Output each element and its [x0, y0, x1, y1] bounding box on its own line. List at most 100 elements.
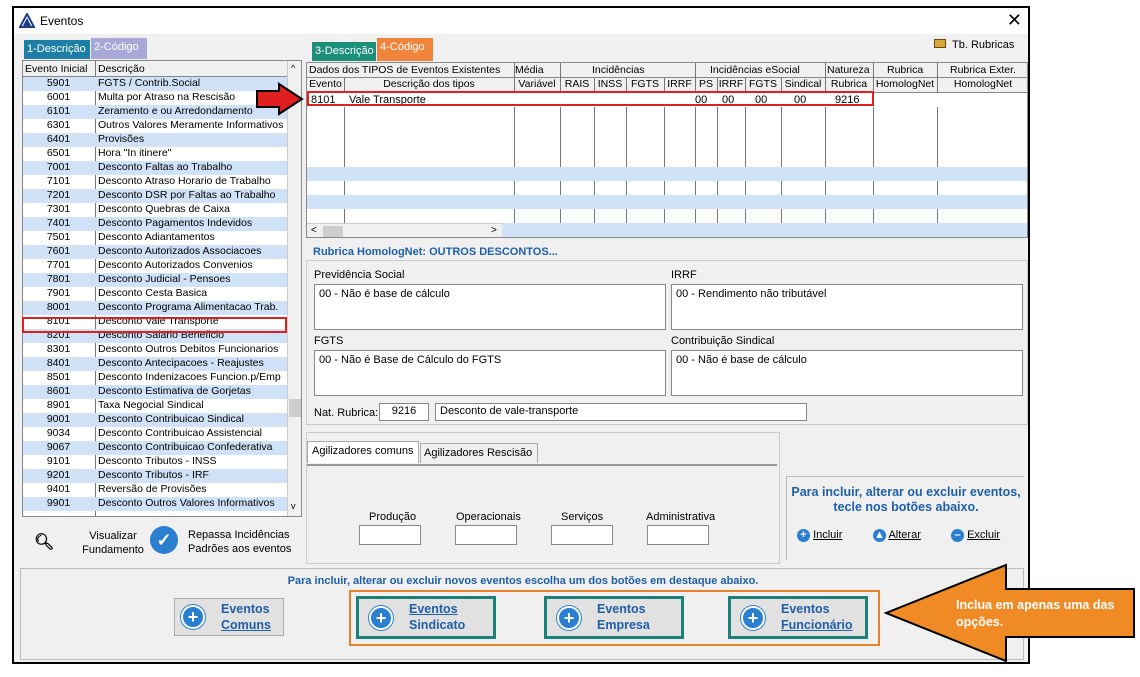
eventos-funcionario-button[interactable]: + Eventos Funcionário: [728, 596, 868, 639]
magnifier-icon: 🔍︎: [34, 534, 55, 551]
list-item[interactable]: 9034 Desconto Contribuicao Assistencial: [23, 427, 301, 441]
plus-icon: +: [741, 606, 765, 630]
eventos-sindicato-button[interactable]: + Eventos Sindicato: [356, 596, 496, 639]
item-description: Desconto Antecipacoes - Reajustes: [98, 357, 264, 369]
item-description: Desconto Contribuicao Assistencial: [98, 427, 263, 439]
list-scrollbar[interactable]: ^ v: [287, 61, 301, 516]
list-item[interactable]: 6301 Outros Valores Meramente Informativo…: [23, 119, 301, 133]
item-description: Desconto Outros Debitos Funcionarios: [98, 343, 279, 355]
item-description: Taxa Negocial Sindical: [98, 399, 204, 411]
item-description: Desconto Pagamentos Indevidos: [98, 217, 253, 229]
chevron-left-icon[interactable]: <: [311, 225, 317, 236]
item-code: 9401: [46, 483, 71, 495]
events-list: Evento Inicial Descrição 5901 FGTS / Cont…: [22, 60, 302, 517]
list-item[interactable]: 7301 Desconto Quebras de Caixa: [23, 203, 301, 217]
list-item[interactable]: 9901 Desconto Outros Valores Informativos: [23, 497, 301, 511]
label-servicos: Serviços: [561, 511, 604, 523]
list-item[interactable]: 6401 Provisões: [23, 133, 301, 147]
item-code: 6101: [46, 105, 71, 117]
list-item[interactable]: 8401 Desconto Antecipacoes - Reajustes: [23, 357, 301, 371]
group-header-rubrica: Rubrica: [887, 64, 924, 76]
eventos-empresa-button[interactable]: + Eventos Empresa: [544, 596, 684, 639]
administrativa-field[interactable]: [647, 525, 709, 545]
chevron-up-icon[interactable]: ^: [291, 63, 295, 73]
tab-label: Agilizadores Rescisão: [424, 447, 533, 459]
tb-rubricas-button[interactable]: Tb. Rubricas: [934, 39, 1014, 51]
tab-agilizadores-comuns[interactable]: Agilizadores comuns: [307, 441, 419, 463]
list-item[interactable]: 6501 Hora "In itinere": [23, 147, 301, 161]
tab-codigo-right[interactable]: 4-Código: [377, 38, 433, 61]
item-code: 7301: [46, 203, 71, 215]
irrf-field[interactable]: 00 - Rendimento não tributável: [671, 284, 1023, 330]
item-description: Reversão de Provisões: [98, 483, 207, 495]
list-item[interactable]: 8901 Taxa Negocial Sindical: [23, 399, 301, 413]
list-item[interactable]: 9001 Desconto Contribuicao Sindical: [23, 413, 301, 427]
list-item[interactable]: 7801 Desconto Judicial - Pensoes: [23, 273, 301, 287]
tab-agilizadores-rescisao[interactable]: Agilizadores Rescisão: [420, 443, 538, 463]
excluir-button[interactable]: – Excluir: [951, 529, 1000, 542]
scroll-thumb[interactable]: [289, 399, 301, 417]
item-code: 6401: [46, 133, 71, 145]
operacionais-field[interactable]: [455, 525, 517, 545]
tab-codigo-left[interactable]: 2-Código: [91, 38, 147, 59]
item-code: 8501: [46, 371, 71, 383]
fgts-field[interactable]: 00 - Não é Base de Cálculo do FGTS: [314, 350, 666, 396]
tab-descricao-right[interactable]: 3-Descrição: [312, 42, 376, 61]
list-item[interactable]: 7201 Desconto DSR por Faltas ao Trabalho: [23, 189, 301, 203]
list-item[interactable]: 9401 Reversão de Provisões: [23, 483, 301, 497]
list-item[interactable]: 7701 Desconto Autorizados Convenios: [23, 259, 301, 273]
list-item[interactable]: 7001 Desconto Faltas ao Trabalho: [23, 161, 301, 175]
alterar-label: Alterar: [888, 529, 921, 541]
list-item[interactable]: 9101 Desconto Tributos - INSS: [23, 455, 301, 469]
repassa-incidencias-button[interactable]: ✓ Repassa Incidências Padrões aos evento…: [148, 522, 298, 560]
item-code: 9201: [46, 469, 71, 481]
list-item[interactable]: 7401 Desconto Pagamentos Indevidos: [23, 217, 301, 231]
close-icon[interactable]: ✕: [1007, 10, 1022, 31]
selected-event-highlight: [307, 91, 874, 106]
item-code: 8901: [46, 399, 71, 411]
eventos-comuns-button[interactable]: + Eventos Comuns: [174, 598, 284, 636]
item-description: Zeramento e ou Arredondamento: [98, 105, 253, 117]
producao-field[interactable]: [359, 525, 421, 545]
button-label-line2: Sindicato: [409, 618, 466, 632]
chevron-right-icon[interactable]: >: [491, 225, 497, 236]
alterar-button[interactable]: ▲ Alterar: [873, 529, 921, 542]
tab-descricao-left[interactable]: 1-Descrição: [24, 40, 90, 59]
item-description: Desconto DSR por Faltas ao Trabalho: [98, 189, 276, 201]
list-item[interactable]: 8301 Desconto Outros Debitos Funcionarios: [23, 343, 301, 357]
item-code: 9101: [46, 455, 71, 467]
sindical-value: 00 - Não é base de cálculo: [676, 354, 807, 366]
chevron-down-icon[interactable]: v: [291, 501, 296, 511]
column-header: HomologNet: [875, 78, 935, 90]
item-description: Desconto Programa Alimentacao Trab.: [98, 301, 279, 313]
visualizar-fundamento-button[interactable]: 🔍︎ Visualizar Fundamento: [34, 526, 154, 560]
nat-rubrica-desc[interactable]: Desconto de vale-transporte: [435, 403, 807, 421]
list-item[interactable]: 7101 Desconto Atraso Horario de Trabalho: [23, 175, 301, 189]
item-code: 6301: [46, 119, 71, 131]
label-producao: Produção: [369, 511, 417, 523]
list-item[interactable]: 7601 Desconto Autorizados Associacoes: [23, 245, 301, 259]
label-administrativa: Administrativa: [646, 511, 716, 523]
list-item[interactable]: 8501 Desconto Indenizacoes Funcion.p/Emp: [23, 371, 301, 385]
list-item[interactable]: 8601 Desconto Estimativa de Gorjetas: [23, 385, 301, 399]
label-fgts: FGTS: [314, 335, 344, 347]
horizontal-scrollbar[interactable]: < >: [307, 223, 502, 237]
previdencia-field[interactable]: 00 - Não é base de cálculo: [314, 284, 666, 330]
scroll-thumb[interactable]: [323, 226, 343, 237]
sindical-field[interactable]: 00 - Não é base de cálculo: [671, 350, 1023, 396]
nat-rubrica-code[interactable]: 9216: [379, 403, 429, 421]
list-item[interactable]: 7901 Desconto Cesta Basica: [23, 287, 301, 301]
list-item[interactable]: 9067 Desconto Contribuicao Confederativa: [23, 441, 301, 455]
item-description: Desconto Cesta Basica: [98, 287, 208, 299]
list-item[interactable]: 7501 Desconto Adiantamentos: [23, 231, 301, 245]
empty-row: [307, 195, 1027, 209]
incluir-button[interactable]: + Incluir: [797, 529, 842, 542]
item-description: Desconto Faltas ao Trabalho: [98, 161, 233, 173]
item-description: FGTS / Contrib.Social: [98, 77, 201, 89]
servicos-field[interactable]: [551, 525, 613, 545]
title-bar: Eventos ✕: [14, 8, 1028, 34]
item-code: 7701: [46, 259, 71, 271]
list-item[interactable]: 8001 Desconto Programa Alimentacao Trab.: [23, 301, 301, 315]
item-code: 5901: [46, 77, 71, 89]
list-item[interactable]: 9201 Desconto Tributos - IRF: [23, 469, 301, 483]
